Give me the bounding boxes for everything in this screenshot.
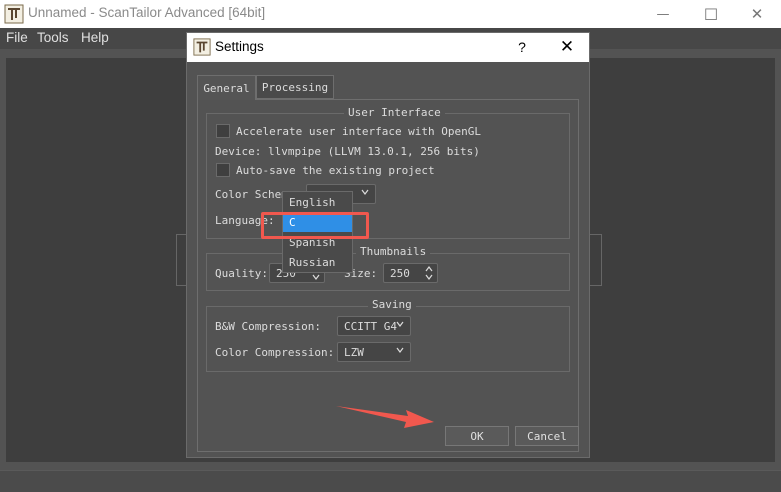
thumbnails-legend: Thumbnails: [356, 245, 431, 258]
annotation-arrow-icon: [336, 406, 434, 428]
menu-help[interactable]: Help: [81, 30, 109, 45]
device-label: Device: llvmpipe (LLVM 13.0.1, 256 bits): [215, 145, 480, 158]
opengl-checkbox[interactable]: [216, 124, 230, 138]
workspace-frame-right: [590, 234, 602, 286]
window-title: Unnamed - ScanTailor Advanced [64bit]: [28, 5, 266, 20]
dialog-title: Settings: [215, 39, 264, 54]
color-compression-select[interactable]: LZW: [337, 342, 411, 362]
bw-compression-select[interactable]: CCITT G4: [337, 316, 411, 336]
maximize-button[interactable]: ☐: [687, 0, 735, 28]
app-icon: [4, 4, 24, 24]
close-button[interactable]: ✕: [733, 0, 781, 28]
chevron-down-icon: [361, 189, 369, 195]
bw-compression-value: CCITT G4: [344, 319, 397, 333]
size-value: 250: [390, 266, 410, 280]
tab-general[interactable]: General: [197, 75, 256, 100]
quality-label: Quality:: [215, 267, 268, 280]
menu-file[interactable]: File: [6, 30, 28, 45]
language-option-russian[interactable]: Russian: [283, 252, 352, 272]
menu-tools[interactable]: Tools: [37, 30, 69, 45]
statusbar: [0, 470, 781, 492]
app-icon: [193, 38, 211, 56]
autosave-label: Auto-save the existing project: [236, 164, 435, 177]
cancel-button[interactable]: Cancel: [515, 426, 579, 446]
tab-processing[interactable]: Processing: [256, 75, 334, 99]
dialog-close-button[interactable]: ✕: [555, 37, 579, 57]
help-button[interactable]: ?: [512, 37, 532, 57]
user-interface-legend: User Interface: [344, 106, 445, 119]
autosave-checkbox[interactable]: [216, 163, 230, 177]
spin-arrows-icon: [425, 266, 433, 280]
saving-legend: Saving: [368, 298, 416, 311]
annotation-highlight-box: [261, 212, 369, 239]
color-compression-label: Color Compression:: [215, 346, 335, 359]
opengl-label: Accelerate user interface with OpenGL: [236, 125, 482, 138]
chevron-down-icon: [396, 321, 404, 327]
language-option-english[interactable]: English: [283, 192, 352, 212]
minimize-button[interactable]: —: [639, 0, 687, 28]
size-spinbox[interactable]: 250: [383, 263, 438, 283]
chevron-down-icon: [396, 347, 404, 353]
color-compression-value: LZW: [344, 345, 364, 359]
bw-compression-label: B&W Compression:: [215, 320, 321, 333]
ok-button[interactable]: OK: [445, 426, 509, 446]
